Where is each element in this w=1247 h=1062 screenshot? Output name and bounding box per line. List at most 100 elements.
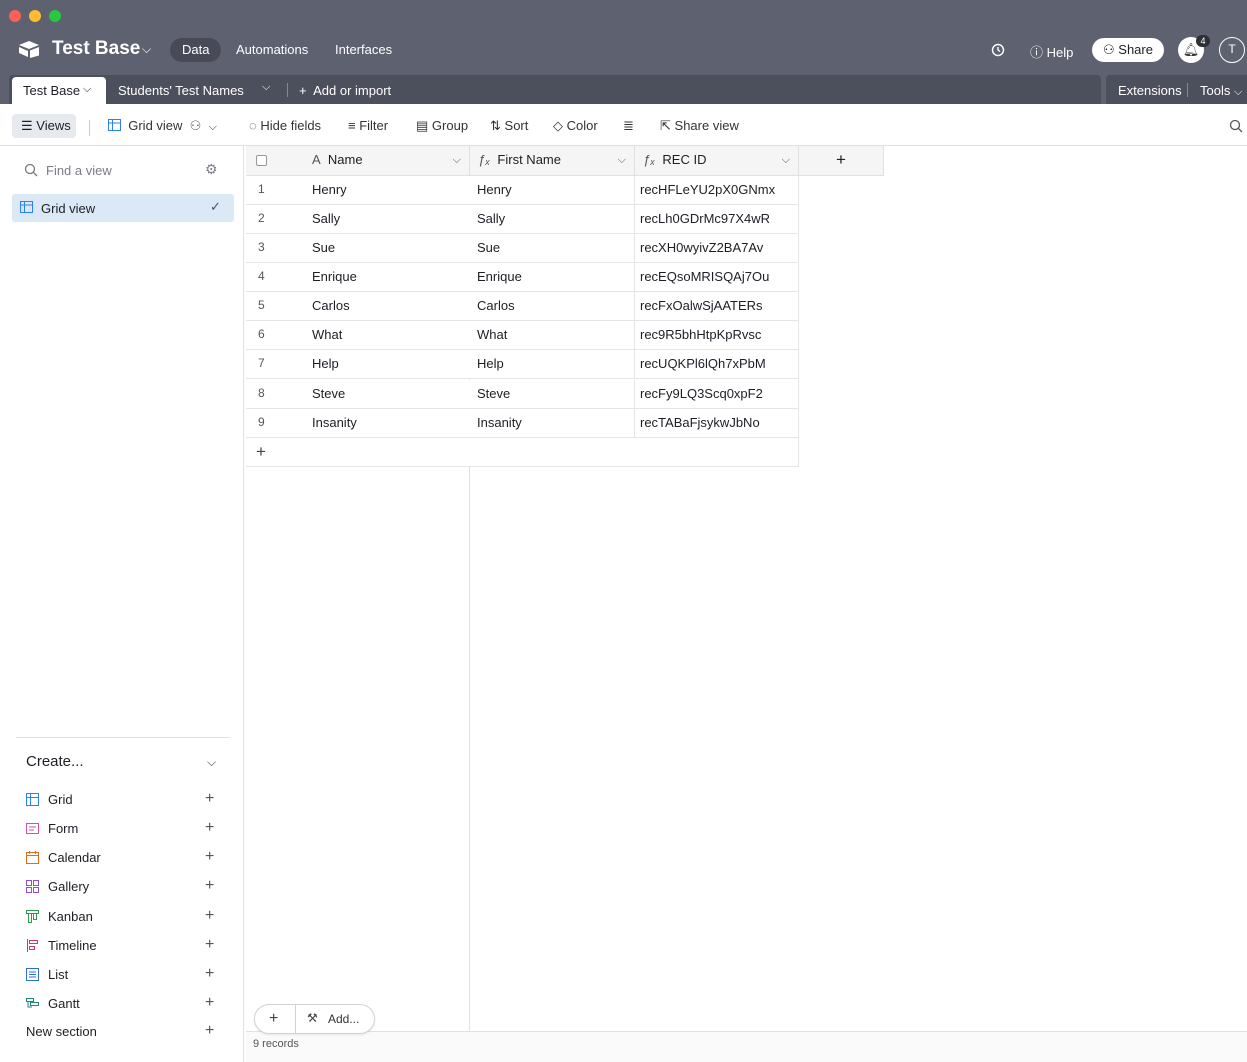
extensions-button[interactable]: Extensions (1118, 83, 1182, 98)
add-field-button[interactable]: + (799, 146, 884, 176)
plus-icon[interactable]: + (205, 994, 214, 1012)
window-maximize-button[interactable] (49, 10, 61, 22)
group-icon: ▤ (416, 118, 429, 133)
plus-icon[interactable]: + (205, 790, 214, 808)
cell-first-name[interactable]: Help (470, 350, 635, 379)
add-ai-button[interactable]: Add... (328, 1012, 359, 1026)
nav-interfaces[interactable]: Interfaces (323, 38, 404, 62)
nav-automations[interactable]: Automations (224, 38, 320, 62)
user-avatar[interactable]: T (1219, 37, 1245, 63)
chevron-down-icon[interactable]: ⌵ (618, 146, 626, 174)
cell-first-name[interactable]: Insanity (470, 409, 635, 438)
cell-first-name[interactable]: Sue (470, 234, 635, 263)
plus-icon[interactable]: + (205, 848, 214, 866)
cell-first-name[interactable]: Steve (470, 380, 635, 409)
group-button[interactable]: ▤ Group (416, 118, 468, 134)
cell-rec-id[interactable]: recLh0GDrMc97X4wR (635, 205, 799, 234)
nav-data[interactable]: Data (170, 38, 222, 62)
column-header-first-name[interactable]: ƒₓ First Name ⌵ (470, 146, 635, 176)
tab-students-test-names[interactable]: Students' Test Names (118, 83, 244, 98)
history-icon[interactable] (991, 43, 1005, 57)
hide-fields-button[interactable]: ◌ Hide fields (249, 118, 321, 133)
add-or-import-button[interactable]: + Add or import (299, 83, 391, 98)
sidebar-view-grid-view[interactable]: Grid view ✓ (12, 194, 234, 222)
column-header-name[interactable]: A Name ⌵ (302, 146, 470, 176)
row-number: 4 (246, 263, 302, 292)
cell-first-name[interactable]: Enrique (470, 263, 635, 292)
tables-dropdown-chevron-icon[interactable]: ⌵ (262, 81, 270, 94)
plus-icon[interactable]: + (205, 907, 214, 925)
create-timeline[interactable]: Timeline + (26, 936, 226, 956)
add-record-row-filler[interactable] (470, 438, 799, 467)
plus-icon[interactable]: + (205, 877, 214, 895)
help-button[interactable]: ⓘ Help (1030, 42, 1073, 61)
cell-name[interactable]: Steve (302, 380, 470, 409)
tab-test-base[interactable]: Test Base ⌵ (12, 77, 106, 104)
cell-rec-id[interactable]: recUQKPl6lQh7xPbM (635, 350, 799, 379)
cell-rec-id[interactable]: recFy9LQ3Scq0xpF2 (635, 380, 799, 409)
share-button[interactable]: ⚇ Share (1092, 38, 1164, 62)
find-view-input[interactable]: Find a view (46, 163, 112, 178)
magic-wand-icon[interactable]: ⚒ (307, 1011, 318, 1025)
chevron-down-icon[interactable]: ⌵ (83, 76, 91, 103)
chevron-down-icon[interactable]: ⌵ (142, 42, 151, 57)
cell-rec-id[interactable]: recFxOalwSjAATERs (635, 292, 799, 321)
cell-name[interactable]: Enrique (302, 263, 470, 292)
create-form[interactable]: Form + (26, 819, 226, 839)
view-switcher[interactable]: Grid view ⚇ ⌵ (108, 118, 217, 134)
chevron-down-icon[interactable]: ⌵ (207, 755, 216, 770)
window-minimize-button[interactable] (29, 10, 41, 22)
column-header-rec-id[interactable]: ƒₓ REC ID ⌵ (635, 146, 799, 176)
search-icon[interactable] (1229, 119, 1243, 133)
cell-name[interactable]: Insanity (302, 409, 470, 438)
add-record-button[interactable]: + (246, 438, 470, 467)
create-gallery[interactable]: Gallery + (26, 877, 226, 897)
create-calendar[interactable]: Calendar + (26, 848, 226, 868)
sort-button[interactable]: ⇅ Sort (490, 118, 528, 134)
views-sidebar: Find a view ⚙ Grid view ✓ Create... ⌵ Gr… (0, 146, 244, 1062)
row-number: 3 (246, 234, 302, 263)
chevron-down-icon[interactable]: ⌵ (782, 146, 790, 174)
airtable-logo-icon[interactable] (18, 40, 40, 58)
cell-name[interactable]: What (302, 321, 470, 350)
create-kanban[interactable]: Kanban + (26, 907, 226, 927)
cell-rec-id[interactable]: rec9R5bhHtpKpRvsc (635, 321, 799, 350)
cell-first-name[interactable]: Sally (470, 205, 635, 234)
plus-icon[interactable]: + (205, 1022, 214, 1040)
new-section-button[interactable]: New section (26, 1024, 97, 1039)
cell-first-name[interactable]: Henry (470, 176, 635, 205)
chevron-down-icon[interactable]: ⌵ (453, 146, 461, 174)
plus-icon[interactable]: + (205, 819, 214, 837)
create-list[interactable]: List + (26, 965, 226, 985)
color-button[interactable]: ◇ Color (553, 118, 598, 134)
gear-icon[interactable]: ⚙ (205, 161, 218, 178)
cell-name[interactable]: Henry (302, 176, 470, 205)
create-gantt[interactable]: Gantt + (26, 994, 226, 1014)
cell-rec-id[interactable]: recTABaFjsykwJbNo (635, 409, 799, 438)
cell-name[interactable]: Sally (302, 205, 470, 234)
cell-rec-id[interactable]: recXH0wyivZ2BA7Av (635, 234, 799, 263)
base-title[interactable]: Test Base (52, 38, 140, 60)
create-section-title[interactable]: Create... (26, 753, 84, 770)
share-view-button[interactable]: ⇱ Share view (660, 118, 739, 134)
cell-name[interactable]: Sue (302, 234, 470, 263)
cell-rec-id[interactable]: recHFLeYU2pX0GNmx (635, 176, 799, 205)
cell-name[interactable]: Carlos (302, 292, 470, 321)
create-grid[interactable]: Grid + (26, 790, 226, 810)
cell-first-name[interactable]: Carlos (470, 292, 635, 321)
row-height-icon[interactable]: ≣ (623, 118, 634, 134)
plus-icon[interactable]: + (269, 1010, 278, 1028)
create-gallery-label: Gallery (48, 879, 90, 894)
window-close-button[interactable] (9, 10, 21, 22)
select-all-header[interactable] (246, 146, 302, 176)
views-toggle-button[interactable]: ☰ Views (12, 114, 76, 138)
cell-rec-id[interactable]: recEQsoMRISQAj7Ou (635, 263, 799, 292)
tools-button[interactable]: Tools ⌵ (1200, 83, 1242, 99)
plus-icon[interactable]: + (205, 965, 214, 983)
filter-button[interactable]: ≡ Filter (348, 118, 388, 133)
row-number: 9 (246, 409, 302, 438)
cell-name[interactable]: Help (302, 350, 470, 379)
plus-icon[interactable]: + (205, 936, 214, 954)
cell-first-name[interactable]: What (470, 321, 635, 350)
select-all-checkbox[interactable] (256, 155, 267, 166)
